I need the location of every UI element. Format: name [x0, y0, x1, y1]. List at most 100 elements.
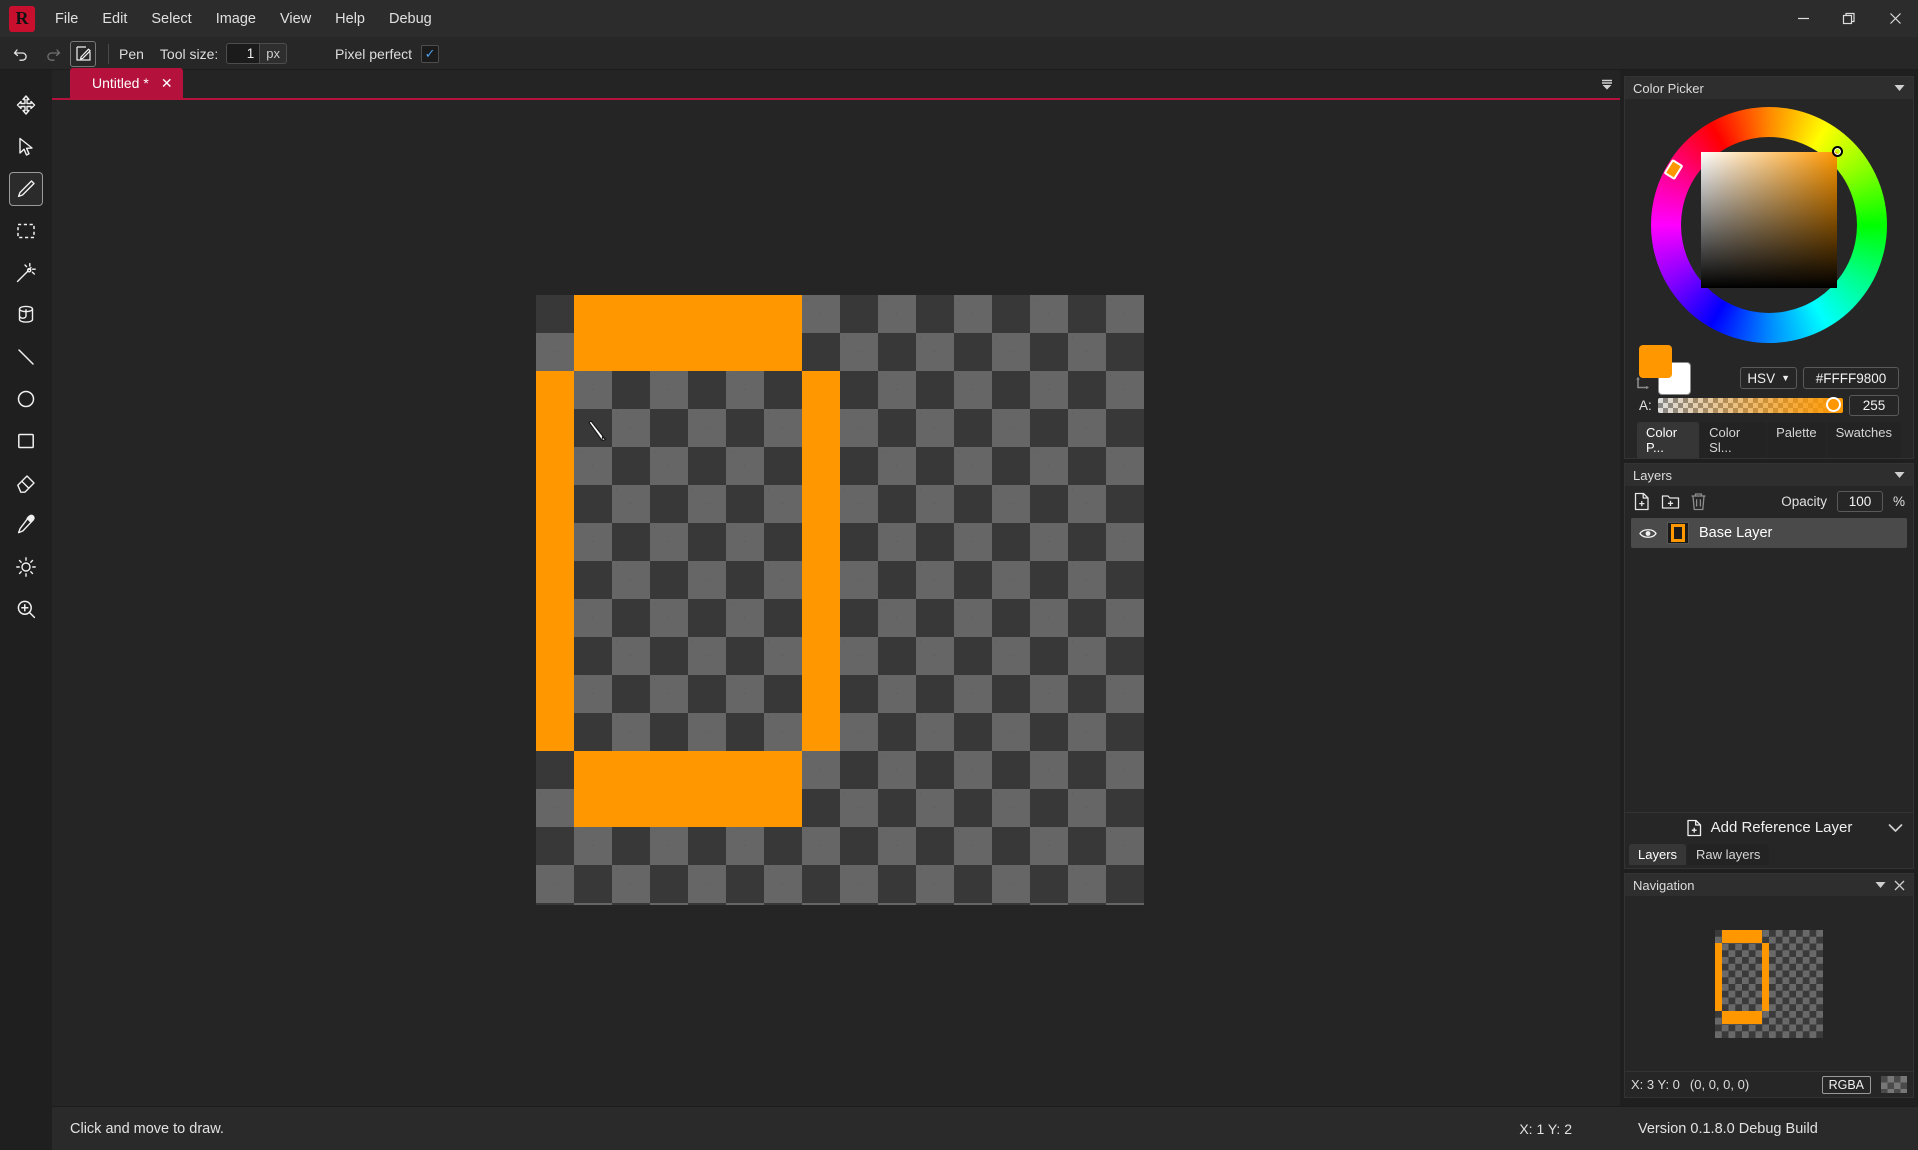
- edit-canvas-button[interactable]: [70, 40, 96, 67]
- add-group-icon[interactable]: [1661, 492, 1680, 511]
- move-tool[interactable]: [9, 88, 43, 122]
- color-picker-title: Color Picker: [1633, 80, 1704, 96]
- color-picker-collapse-icon[interactable]: [1894, 84, 1905, 92]
- menu-bar: File Edit Select Image View Help Debug: [43, 0, 444, 37]
- add-layer-icon[interactable]: [1633, 492, 1651, 511]
- saturation-value-square[interactable]: [1701, 146, 1843, 288]
- color-picker-tool[interactable]: [9, 508, 43, 542]
- navigation-close-icon[interactable]: [1894, 880, 1905, 891]
- menu-item-edit[interactable]: Edit: [90, 0, 139, 37]
- layers-collapse-icon[interactable]: [1894, 471, 1905, 479]
- bucket-fill-tool[interactable]: [9, 298, 43, 332]
- navigation-pixel-block: [1721, 1010, 1763, 1024]
- transparency-chip: [1881, 1076, 1907, 1093]
- status-cursor-coords: X: 1 Y: 2: [1519, 1120, 1572, 1137]
- pixel-perfect-checkbox[interactable]: ✓: [421, 44, 440, 63]
- document-tab-untitled[interactable]: Untitled * ✕: [70, 68, 183, 98]
- tab-color-sliders[interactable]: Color Sl...: [1700, 422, 1767, 458]
- window-controls: [1780, 0, 1918, 37]
- magic-wand-tool[interactable]: [9, 256, 43, 290]
- tab-layers[interactable]: Layers: [1629, 844, 1687, 865]
- opacity-label: Opacity: [1781, 493, 1827, 509]
- color-picker-tabs: Color P... Color Sl... Palette Swatches: [1633, 420, 1905, 458]
- saturation-value-marker[interactable]: [1832, 146, 1843, 157]
- layers-panel: Layers Opacity 100 % Base Layer Add Refe…: [1624, 463, 1914, 869]
- swap-colors-icon[interactable]: [1635, 375, 1651, 391]
- tab-list-icon[interactable]: [1594, 70, 1620, 98]
- eraser-tool[interactable]: [9, 466, 43, 500]
- maximize-restore-button[interactable]: [1826, 0, 1872, 37]
- hex-color-input[interactable]: #FFFF9800: [1803, 367, 1899, 389]
- tab-raw-layers[interactable]: Raw layers: [1687, 844, 1770, 865]
- brightness-tool[interactable]: [9, 550, 43, 584]
- tool-size-input[interactable]: 1: [226, 43, 261, 64]
- menu-item-file[interactable]: File: [43, 0, 90, 37]
- add-file-icon: [1686, 819, 1703, 837]
- pen-tool[interactable]: [9, 172, 43, 206]
- layer-name: Base Layer: [1699, 525, 1773, 541]
- drawing-canvas[interactable]: [535, 294, 1144, 905]
- active-tool-name: Pen: [119, 45, 144, 62]
- color-mode-row: HSV ▼ #FFFF9800: [1740, 367, 1899, 389]
- tab-swatches[interactable]: Swatches: [1826, 422, 1901, 458]
- document-tab-close-icon[interactable]: ✕: [161, 76, 173, 90]
- color-mode-value: HSV: [1747, 370, 1776, 386]
- zoom-tool[interactable]: [9, 592, 43, 626]
- primary-color-swatch[interactable]: [1639, 345, 1672, 378]
- select-tool[interactable]: [9, 130, 43, 164]
- color-mode-badge[interactable]: RGBA: [1821, 1075, 1871, 1094]
- color-mode-select[interactable]: HSV ▼: [1740, 367, 1797, 389]
- add-reference-chevron-icon[interactable]: [1888, 823, 1903, 833]
- trash-icon[interactable]: [1690, 492, 1707, 511]
- line-tool[interactable]: [9, 340, 43, 374]
- right-dock-filler: [1620, 1098, 1918, 1106]
- ellipse-tool[interactable]: [9, 382, 43, 416]
- canvas-pixel-block: [535, 370, 574, 751]
- color-swatches: HSV ▼ #FFFF9800: [1633, 345, 1905, 395]
- close-button[interactable]: [1872, 0, 1918, 37]
- right-dock: Color Picker HSV ▼ #FFFF9800 A: 255 Colo…: [1620, 70, 1918, 1150]
- navigation-pixel-block: [1721, 929, 1763, 943]
- alpha-slider-knob[interactable]: [1826, 397, 1841, 412]
- layer-thumbnail: [1667, 522, 1689, 544]
- minimize-button[interactable]: [1780, 0, 1826, 37]
- opacity-unit: %: [1892, 493, 1905, 509]
- tab-color-picker[interactable]: Color P...: [1637, 422, 1700, 458]
- status-hint: Click and move to draw.: [70, 1120, 224, 1137]
- pen-cursor-icon: [587, 419, 607, 441]
- tab-palette[interactable]: Palette: [1767, 422, 1826, 458]
- chevron-down-icon: ▼: [1781, 373, 1790, 383]
- color-picker-header: Color Picker: [1625, 77, 1913, 99]
- redo-button[interactable]: [38, 41, 68, 67]
- menu-item-image[interactable]: Image: [204, 0, 268, 37]
- title-bar: R File Edit Select Image View Help Debug: [0, 0, 1918, 38]
- navigation-coords: X: 3 Y: 0: [1631, 1077, 1680, 1092]
- document-tab-bar: Untitled * ✕: [52, 68, 1620, 100]
- version-label: Version 0.1.8.0 Debug Build: [1620, 1106, 1918, 1150]
- menu-item-select[interactable]: Select: [139, 0, 203, 37]
- navigation-header: Navigation: [1625, 874, 1913, 896]
- navigation-thumbnail[interactable]: [1715, 929, 1823, 1038]
- editor-center: Untitled * ✕ Click and move to draw. X: …: [52, 68, 1620, 1150]
- menu-item-help[interactable]: Help: [323, 0, 377, 37]
- alpha-row: A: 255: [1633, 391, 1905, 420]
- options-separator: [108, 43, 109, 64]
- tool-size-label: Tool size:: [159, 45, 219, 62]
- menu-item-debug[interactable]: Debug: [377, 0, 444, 37]
- undo-button[interactable]: [6, 41, 36, 67]
- navigation-collapse-icon[interactable]: [1875, 881, 1886, 889]
- layers-bottom-tabs: Layers Raw layers: [1625, 842, 1913, 868]
- canvas-viewport[interactable]: [52, 100, 1620, 1106]
- color-wheel[interactable]: [1651, 107, 1887, 343]
- navigation-status: X: 3 Y: 0 (0, 0, 0, 0) RGBA: [1625, 1071, 1913, 1097]
- opacity-input[interactable]: 100: [1836, 490, 1883, 512]
- menu-item-view[interactable]: View: [268, 0, 323, 37]
- eye-icon[interactable]: [1639, 527, 1657, 540]
- alpha-slider[interactable]: [1657, 397, 1843, 413]
- rectangle-tool[interactable]: [9, 424, 43, 458]
- rectangle-select-tool[interactable]: [9, 214, 43, 248]
- add-reference-layer-button[interactable]: Add Reference Layer: [1625, 812, 1913, 842]
- layer-row-base-layer[interactable]: Base Layer: [1631, 518, 1907, 548]
- alpha-value-input[interactable]: 255: [1849, 395, 1899, 416]
- navigation-body[interactable]: [1625, 896, 1913, 1071]
